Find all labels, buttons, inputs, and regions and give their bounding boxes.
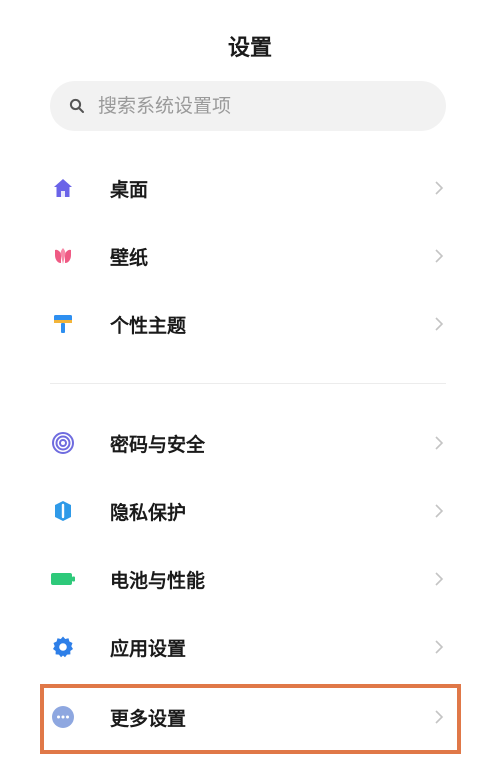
settings-item-label: 隐私保护 — [110, 501, 187, 524]
section-divider — [50, 383, 446, 384]
settings-item-label: 壁纸 — [110, 246, 149, 269]
settings-item-battery-performance[interactable]: 电池与性能 — [0, 549, 500, 609]
settings-item-label: 密码与安全 — [110, 433, 206, 456]
settings-item-password-security[interactable]: 密码与安全 — [0, 413, 500, 473]
gear-icon — [50, 634, 76, 660]
fingerprint-icon — [50, 430, 76, 456]
chevron-right-icon — [432, 178, 446, 198]
page-title: 设置 — [227, 36, 272, 61]
highlight-box — [40, 684, 461, 754]
settings-item-label: 个性主题 — [110, 314, 187, 337]
search-input[interactable] — [98, 95, 418, 117]
settings-item-wallpaper[interactable]: 壁纸 — [0, 226, 500, 286]
settings-item-label: 电池与性能 — [110, 569, 206, 592]
chevron-right-icon — [432, 433, 446, 453]
home-icon — [50, 175, 76, 201]
settings-item-app-settings[interactable]: 应用设置 — [0, 617, 500, 677]
privacy-shield-icon — [50, 498, 76, 524]
settings-item-themes[interactable]: 个性主题 — [0, 294, 500, 354]
chevron-right-icon — [432, 314, 446, 334]
paint-roller-icon — [50, 311, 76, 337]
chevron-right-icon — [432, 637, 446, 657]
settings-screen: 设置 桌面 壁纸 — [0, 0, 500, 770]
tulip-icon — [50, 243, 76, 269]
settings-item-label: 应用设置 — [110, 637, 187, 660]
settings-item-privacy[interactable]: 隐私保护 — [0, 481, 500, 541]
search-icon — [68, 97, 86, 115]
search-bar[interactable] — [50, 81, 446, 131]
chevron-right-icon — [432, 569, 446, 589]
battery-icon — [50, 566, 76, 592]
settings-item-desktop[interactable]: 桌面 — [0, 158, 500, 218]
chevron-right-icon — [432, 246, 446, 266]
chevron-right-icon — [432, 501, 446, 521]
settings-item-label: 桌面 — [110, 178, 149, 201]
